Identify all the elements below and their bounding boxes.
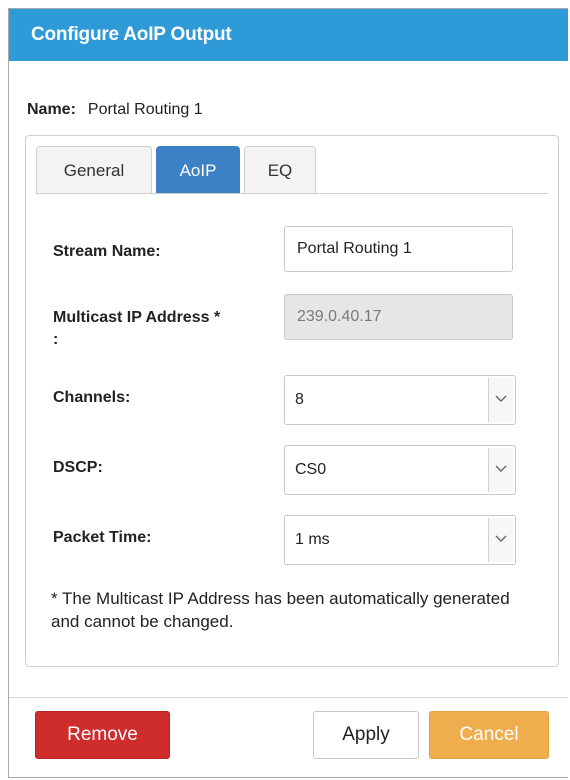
tab-aoip[interactable]: AoIP [156,146,240,193]
tab-general[interactable]: General [36,146,152,193]
channels-selected-value: 8 [295,391,304,408]
multicast-ip-label: Multicast IP Address * : [53,307,283,351]
tab-eq[interactable]: EQ [244,146,316,193]
chevron-down-icon[interactable] [488,518,513,562]
stream-name-input[interactable] [284,226,513,272]
packet-time-label: Packet Time: [53,529,152,546]
apply-button[interactable]: Apply [313,711,419,759]
dscp-selected-value: CS0 [295,461,327,478]
tab-bar: General AoIP EQ [36,146,548,194]
name-row: Name: Portal Routing 1 [27,101,203,119]
name-label: Name: [27,101,76,118]
dialog-title: Configure AoIP Output [9,9,568,61]
multicast-ip-label-line2: : [53,331,59,348]
name-value: Portal Routing 1 [87,101,203,118]
multicast-ip-label-line1: Multicast IP Address * [53,309,221,326]
dscp-select[interactable]: CS0 [284,445,516,495]
chevron-down-icon[interactable] [488,448,513,492]
cancel-button[interactable]: Cancel [429,711,549,759]
multicast-ip-input [284,294,513,340]
configure-aoip-output-dialog: Configure AoIP Output Name: Portal Routin… [8,8,568,778]
channels-select[interactable]: 8 [284,375,516,425]
dscp-label: DSCP: [53,459,103,476]
chevron-down-icon[interactable] [488,378,513,422]
multicast-note: * The Multicast IP Address has been auto… [51,589,510,631]
remove-button[interactable]: Remove [35,711,170,759]
packet-time-select[interactable]: 1 ms [284,515,516,565]
stream-name-label: Stream Name: [53,243,161,260]
packet-time-selected-value: 1 ms [295,531,330,548]
footer-divider [9,697,568,698]
channels-label: Channels: [53,389,131,406]
